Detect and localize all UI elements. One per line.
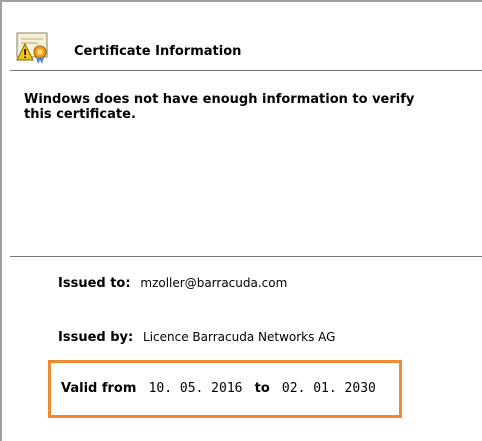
issued-to-value: mzoller@barracuda.com	[140, 276, 288, 290]
issued-to-row: Issued to: mzoller@barracuda.com	[58, 276, 287, 291]
certificate-warning-icon	[16, 32, 48, 64]
valid-from-date: 10. 05. 2016	[148, 381, 243, 396]
valid-to-label: to	[254, 381, 270, 396]
issued-to-label: Issued to:	[58, 276, 131, 291]
verification-warning-text: Windows does not have enough information…	[24, 92, 415, 122]
issued-by-value: Licence Barracuda Networks AG	[143, 330, 336, 344]
header-divider	[10, 70, 482, 71]
certificate-panel: Certificate Information Windows does not…	[0, 0, 482, 441]
valid-from-label: Valid from	[61, 381, 137, 396]
validity-row: Valid from 10. 05. 2016 to 02. 01. 2030	[61, 381, 384, 396]
issued-by-row: Issued by: Licence Barracuda Networks AG	[58, 330, 335, 345]
valid-to-date: 02. 01. 2030	[281, 381, 376, 396]
dialog-title: Certificate Information	[74, 44, 242, 59]
validity-highlight-box: Valid from 10. 05. 2016 to 02. 01. 2030	[48, 360, 402, 418]
issued-by-label: Issued by:	[58, 330, 134, 345]
certificate-header: Certificate Information	[2, 2, 482, 70]
details-divider	[10, 256, 482, 257]
